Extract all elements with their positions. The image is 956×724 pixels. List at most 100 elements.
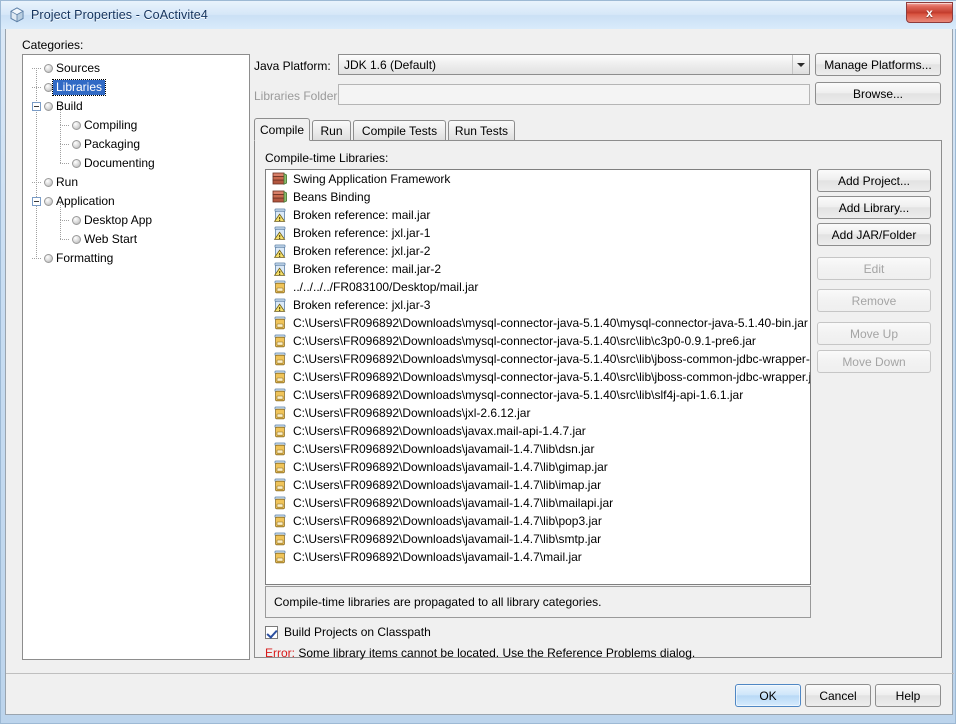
jar-icon [272,333,288,349]
tab-label: Compile [259,122,304,137]
tab-strip[interactable]: Compile Run Compile Tests Run Tests [254,118,942,141]
jar-icon [272,279,288,295]
list-item[interactable]: C:\Users\FR096892\Downloads\mysql-connec… [266,350,810,368]
list-item-label: Beans Binding [293,190,371,204]
sidebar-item-label: Run [56,175,79,189]
list-item-label: Broken reference: mail.jar [293,208,431,222]
tab-run[interactable]: Run [312,120,351,141]
cancel-button[interactable]: Cancel [805,684,871,707]
list-item[interactable]: C:\Users\FR096892\Downloads\javamail-1.4… [266,476,810,494]
manage-platforms-button[interactable]: Manage Platforms... [815,53,941,76]
help-button[interactable]: Help [875,684,941,707]
sidebar-item-compiling[interactable]: Compiling [23,116,249,135]
sidebar-item-run[interactable]: Run [23,173,249,192]
compile-tab-panel: Compile-time Libraries: Swing Applicatio… [254,140,942,660]
list-item-label: Swing Application Framework [293,172,451,186]
list-item[interactable]: C:\Users\FR096892\Downloads\mysql-connec… [266,332,810,350]
list-item[interactable]: C:\Users\FR096892\Downloads\jxl-2.6.12.j… [266,404,810,422]
list-item[interactable]: C:\Users\FR096892\Downloads\javamail-1.4… [266,548,810,566]
tree-expander-minus-icon[interactable] [32,197,41,206]
library-books-icon [272,189,288,205]
tab-label: Run [320,124,343,138]
chevron-down-icon[interactable] [792,55,809,74]
list-item-label: Broken reference: jxl.jar-1 [293,226,431,240]
tree-expander-minus-icon[interactable] [32,102,41,111]
libraries-list[interactable]: Swing Application Framework Beans Bindin… [265,169,811,585]
sidebar-item-label: Libraries [51,79,107,96]
sidebar-item-build[interactable]: Build [23,97,249,116]
tab-compile[interactable]: Compile [254,118,310,141]
list-item[interactable]: C:\Users\FR096892\Downloads\javamail-1.4… [266,530,810,548]
libraries-folder-input[interactable] [338,84,810,105]
list-item[interactable]: C:\Users\FR096892\Downloads\mysql-connec… [266,368,810,386]
tree-node-icon [44,102,53,111]
tree-node-icon [72,140,81,149]
list-item[interactable]: Beans Binding [266,188,810,206]
sidebar-item-label: Packaging [84,137,141,151]
list-item-label: C:\Users\FR096892\Downloads\mysql-connec… [293,388,744,402]
list-item[interactable]: Broken reference: mail.jar-2 [266,260,810,278]
list-item[interactable]: C:\Users\FR096892\Downloads\javax.mail-a… [266,422,810,440]
window-title: Project Properties - CoActivite4 [31,8,208,22]
sidebar-item-label: Application [56,194,115,208]
tab-compile-tests[interactable]: Compile Tests [353,120,446,141]
info-text: Compile-time libraries are propagated to… [265,586,811,618]
categories-label: Categories: [22,38,84,52]
sidebar-item-label: Sources [56,61,101,75]
close-icon[interactable]: x [906,2,953,23]
java-platform-label: Java Platform: [254,59,331,73]
list-item-label: C:\Users\FR096892\Downloads\javamail-1.4… [293,460,608,474]
sidebar-item-web-start[interactable]: Web Start [23,230,249,249]
error-message: Error: Some library items cannot be loca… [265,646,695,660]
list-item-label: C:\Users\FR096892\Downloads\javamail-1.4… [293,496,614,510]
list-item[interactable]: C:\Users\FR096892\Downloads\javamail-1.4… [266,458,810,476]
sidebar-item-label: Documenting [84,156,155,170]
jar-icon [272,405,288,421]
sidebar-item-libraries[interactable]: Libraries [23,78,249,97]
list-item-label: C:\Users\FR096892\Downloads\mysql-connec… [293,316,808,330]
java-platform-combo[interactable]: JDK 1.6 (Default) [338,54,810,75]
broken-jar-icon [272,261,288,277]
list-item[interactable]: Broken reference: jxl.jar-1 [266,224,810,242]
list-item[interactable]: Swing Application Framework [266,170,810,188]
list-item-label: C:\Users\FR096892\Downloads\javamail-1.4… [293,442,595,456]
add-library--button[interactable]: Add Library... [817,196,931,219]
list-item-label: C:\Users\FR096892\Downloads\mysql-connec… [293,334,756,348]
list-item[interactable]: Broken reference: jxl.jar-2 [266,242,810,260]
list-item[interactable]: C:\Users\FR096892\Downloads\javamail-1.4… [266,494,810,512]
sidebar-item-label: Web Start [84,232,138,246]
list-item[interactable]: C:\Users\FR096892\Downloads\javamail-1.4… [266,512,810,530]
list-item-label: Broken reference: jxl.jar-3 [293,298,431,312]
sidebar-item-label: Desktop App [84,213,153,227]
list-item[interactable]: Broken reference: mail.jar [266,206,810,224]
sidebar-item-desktop-app[interactable]: Desktop App [23,211,249,230]
list-item[interactable]: C:\Users\FR096892\Downloads\javamail-1.4… [266,440,810,458]
sidebar-item-application[interactable]: Application [23,192,249,211]
sidebar-item-sources[interactable]: Sources [23,59,249,78]
add-jar-folder-button[interactable]: Add JAR/Folder [817,223,931,246]
jar-icon [272,369,288,385]
sidebar-item-packaging[interactable]: Packaging [23,135,249,154]
categories-tree[interactable]: Sources Libraries Build Compiling Packaging D… [22,54,250,660]
sidebar-item-label: Compiling [84,118,138,132]
broken-jar-icon [272,225,288,241]
ok-button[interactable]: OK [735,684,801,707]
list-item[interactable]: C:\Users\FR096892\Downloads\mysql-connec… [266,314,810,332]
sidebar-item-documenting[interactable]: Documenting [23,154,249,173]
sidebar-item-formatting[interactable]: Formatting [23,249,249,268]
list-item-label: C:\Users\FR096892\Downloads\javamail-1.4… [293,550,582,564]
cube-icon [9,7,25,23]
build-projects-checkbox[interactable] [265,625,278,639]
list-item-label: C:\Users\FR096892\Downloads\mysql-connec… [293,370,811,384]
add-project--button[interactable]: Add Project... [817,169,931,192]
list-item[interactable]: ../../../../FR083100/Desktop/mail.jar [266,278,810,296]
tab-run-tests[interactable]: Run Tests [448,120,515,141]
jar-icon [272,315,288,331]
list-item[interactable]: C:\Users\FR096892\Downloads\mysql-connec… [266,386,810,404]
browse-button[interactable]: Browse... [815,82,941,105]
list-item-label: C:\Users\FR096892\Downloads\mysql-connec… [293,352,811,366]
tree-node-icon [44,254,53,263]
build-projects-checkbox-row[interactable]: Build Projects on Classpath [265,625,431,639]
tree-node-icon [44,83,53,92]
list-item[interactable]: Broken reference: jxl.jar-3 [266,296,810,314]
